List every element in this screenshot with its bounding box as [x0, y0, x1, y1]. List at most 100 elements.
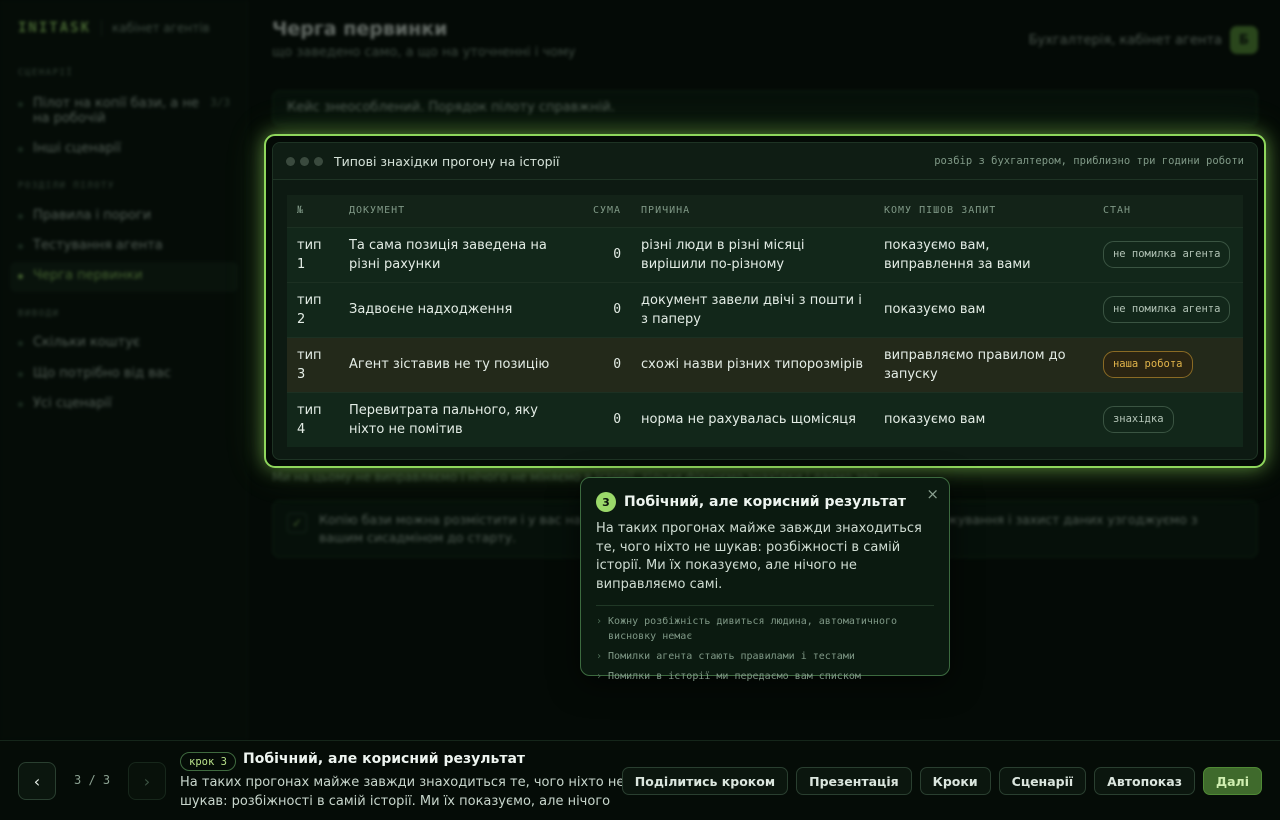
column-header-reason: ПРИЧИНА [631, 195, 874, 227]
chevron-right-icon: › [596, 651, 603, 662]
presentation-button[interactable]: Презентація [796, 767, 912, 795]
sidebar-item-label: Тестування агента [33, 238, 163, 253]
column-header-state: СТАН [1092, 195, 1243, 227]
steps-button[interactable]: Кроки [919, 767, 991, 795]
cell-number: тип 1 [287, 226, 339, 282]
step-description: На таких прогонах майже завжди знаходить… [180, 775, 625, 809]
cell-sum: 0 [582, 281, 632, 337]
tour-actions: Поділитись кроком Презентація Кроки Сцен… [621, 767, 1262, 795]
bullet-icon [18, 147, 23, 152]
cell-number: тип 4 [287, 391, 339, 447]
account-name: Бухгалтерія, кабінет агента [1028, 32, 1222, 48]
sidebar-item-rules[interactable]: Правила і пороги [10, 204, 238, 227]
close-icon[interactable]: × [926, 485, 939, 503]
cell-sum: 0 [582, 391, 632, 447]
brand-subtitle: кабінет агентів [112, 21, 210, 35]
list-item: › Помилки агента стають правилами і теста… [596, 651, 855, 662]
step-number-badge: 3 [596, 492, 616, 512]
cell-recipient: показуємо вам [873, 281, 1093, 337]
cell-recipient: показуємо вам [873, 391, 1093, 447]
column-header-number: № [287, 195, 339, 227]
cell-number: тип 2 [287, 281, 339, 337]
table-header-row: № ДОКУМЕНТ СУМА ПРИЧИНА КОМУ ПІШОВ ЗАПИТ… [287, 195, 1243, 227]
brand-logo: INITASK [18, 20, 92, 36]
step-title: Побічний, але корисний результат [243, 751, 526, 767]
share-step-button[interactable]: Поділитись кроком [621, 767, 789, 795]
cell-state: наша робота [1092, 336, 1243, 392]
status-badge: не помилка агента [1102, 241, 1231, 268]
popover-points: › Кожну розбіжність дивиться людина, авто… [596, 614, 934, 684]
cell-state: не помилка агента [1092, 281, 1243, 337]
bullet-icon [18, 244, 23, 249]
popover-header: 3 Побічний, але корисний результат [596, 492, 934, 512]
bullet-icon [18, 402, 23, 407]
sidebar-item-pilot-copy[interactable]: Пілот на копії бази, а не на робочій 3/3 [10, 92, 238, 130]
sidebar-section-conclusions: ВИВОДИ [18, 309, 60, 319]
sidebar-item-label: Інші сценарії [33, 141, 121, 156]
cell-reason: схожі назви різних типорозмірів [631, 336, 874, 392]
sidebar: INITASK кабінет агентів СЦЕНАРІЇ Пілот н… [0, 0, 248, 740]
cell-recipient: показуємо вам, виправлення за вами [873, 226, 1093, 282]
chevron-right-icon: › [596, 616, 603, 627]
cell-reason: норма не рахувалась щомісяця [631, 391, 874, 447]
next-step-arrow-button[interactable]: › [128, 762, 166, 800]
cell-state: не помилка агента [1092, 226, 1243, 282]
column-header-sum: СУМА [582, 195, 632, 227]
bullet-icon [18, 214, 23, 219]
prev-step-button[interactable]: ‹ [18, 762, 56, 800]
status-badge: не помилка агента [1102, 296, 1231, 323]
sidebar-section-pilot: РОЗДІЛИ ПІЛОТУ [18, 181, 115, 191]
autoplay-button[interactable]: Автопоказ [1094, 767, 1195, 795]
bullet-icon [18, 274, 23, 279]
step-counter: 3 / 3 [74, 773, 111, 787]
bullet-icon [18, 341, 23, 346]
sidebar-item-label: Що потрібно від вас [33, 366, 171, 381]
page-subtitle: що заведено само, а що на уточненні і чо… [272, 45, 576, 60]
cell-state: знахідка [1092, 391, 1243, 447]
account-menu[interactable]: Бухгалтерія, кабінет агента Б [1029, 26, 1258, 54]
sidebar-item-needs[interactable]: Що потрібно від вас [10, 362, 238, 385]
window-title: Типові знахідки прогону на історії [334, 153, 560, 169]
popover-title: Побічний, але корисний результат [624, 494, 907, 510]
page-title: Черга первинки [272, 18, 448, 40]
sidebar-item-label: Правила і пороги [33, 208, 152, 223]
findings-table: № ДОКУМЕНТ СУМА ПРИЧИНА КОМУ ПІШОВ ЗАПИТ… [287, 195, 1243, 447]
column-header-document: ДОКУМЕНТ [338, 195, 583, 227]
avatar[interactable]: Б [1230, 26, 1258, 54]
sidebar-item-testing[interactable]: Тестування агента [10, 234, 238, 257]
cell-reason: документ завели двічі з пошти і з паперу [631, 281, 874, 337]
chevron-right-icon: › [596, 671, 603, 682]
bullet-icon [18, 372, 23, 377]
next-button[interactable]: Далі [1202, 767, 1262, 795]
brand-divider [101, 20, 103, 36]
sidebar-section-scenarios: СЦЕНАРІЇ [18, 68, 74, 78]
status-badge: наша робота [1102, 351, 1193, 378]
sidebar-item-all-scenarios[interactable]: Усі сценарії [10, 392, 238, 415]
window-dot-icon [314, 156, 323, 166]
table-row-highlighted: тип 3 Агент зіставив не ту позицію 0 схо… [287, 336, 1243, 392]
sidebar-item-label: Усі сценарії [33, 396, 112, 411]
bullet-icon [18, 102, 23, 107]
tour-popover: 3 Побічний, але корисний результат × На … [580, 477, 950, 682]
cell-document: Перевитрата пального, яку ніхто не поміт… [338, 391, 583, 447]
cell-document: Агент зіставив не ту позицію [338, 336, 583, 392]
tour-bottom-bar: ‹ 3 / 3 › крок 3 Побічний, але корисний … [0, 740, 1280, 820]
sidebar-item-other-scenarios[interactable]: Інші сценарії [10, 137, 238, 160]
scenarios-button[interactable]: Сценарії [998, 767, 1087, 795]
cell-number: тип 3 [287, 336, 339, 392]
window-dot-icon [286, 156, 295, 166]
table-row: тип 4 Перевитрата пального, яку ніхто не… [287, 391, 1243, 447]
sidebar-item-queue[interactable]: Черга первинки [10, 262, 238, 292]
check-icon: ✓ [287, 513, 307, 533]
popover-text: На таких прогонах майже завжди знаходить… [596, 521, 922, 592]
sidebar-item-cost[interactable]: Скільки коштує [10, 331, 238, 354]
step-pill: крок 3 [180, 752, 236, 771]
cell-recipient: виправляємо правилом до запуску [873, 336, 1093, 392]
cell-document: Та сама позиція заведена на різні рахунк… [338, 226, 583, 282]
list-item: › Помилки в історії ми передаємо вам спис… [596, 671, 861, 682]
table-row: тип 2 Задвоєне надходження 0 документ за… [287, 281, 1243, 337]
popover-divider [596, 605, 934, 606]
cell-sum: 0 [582, 226, 632, 282]
sidebar-item-label: Скільки коштує [33, 335, 141, 350]
findings-window: Типові знахідки прогону на історії розбі… [272, 142, 1258, 460]
